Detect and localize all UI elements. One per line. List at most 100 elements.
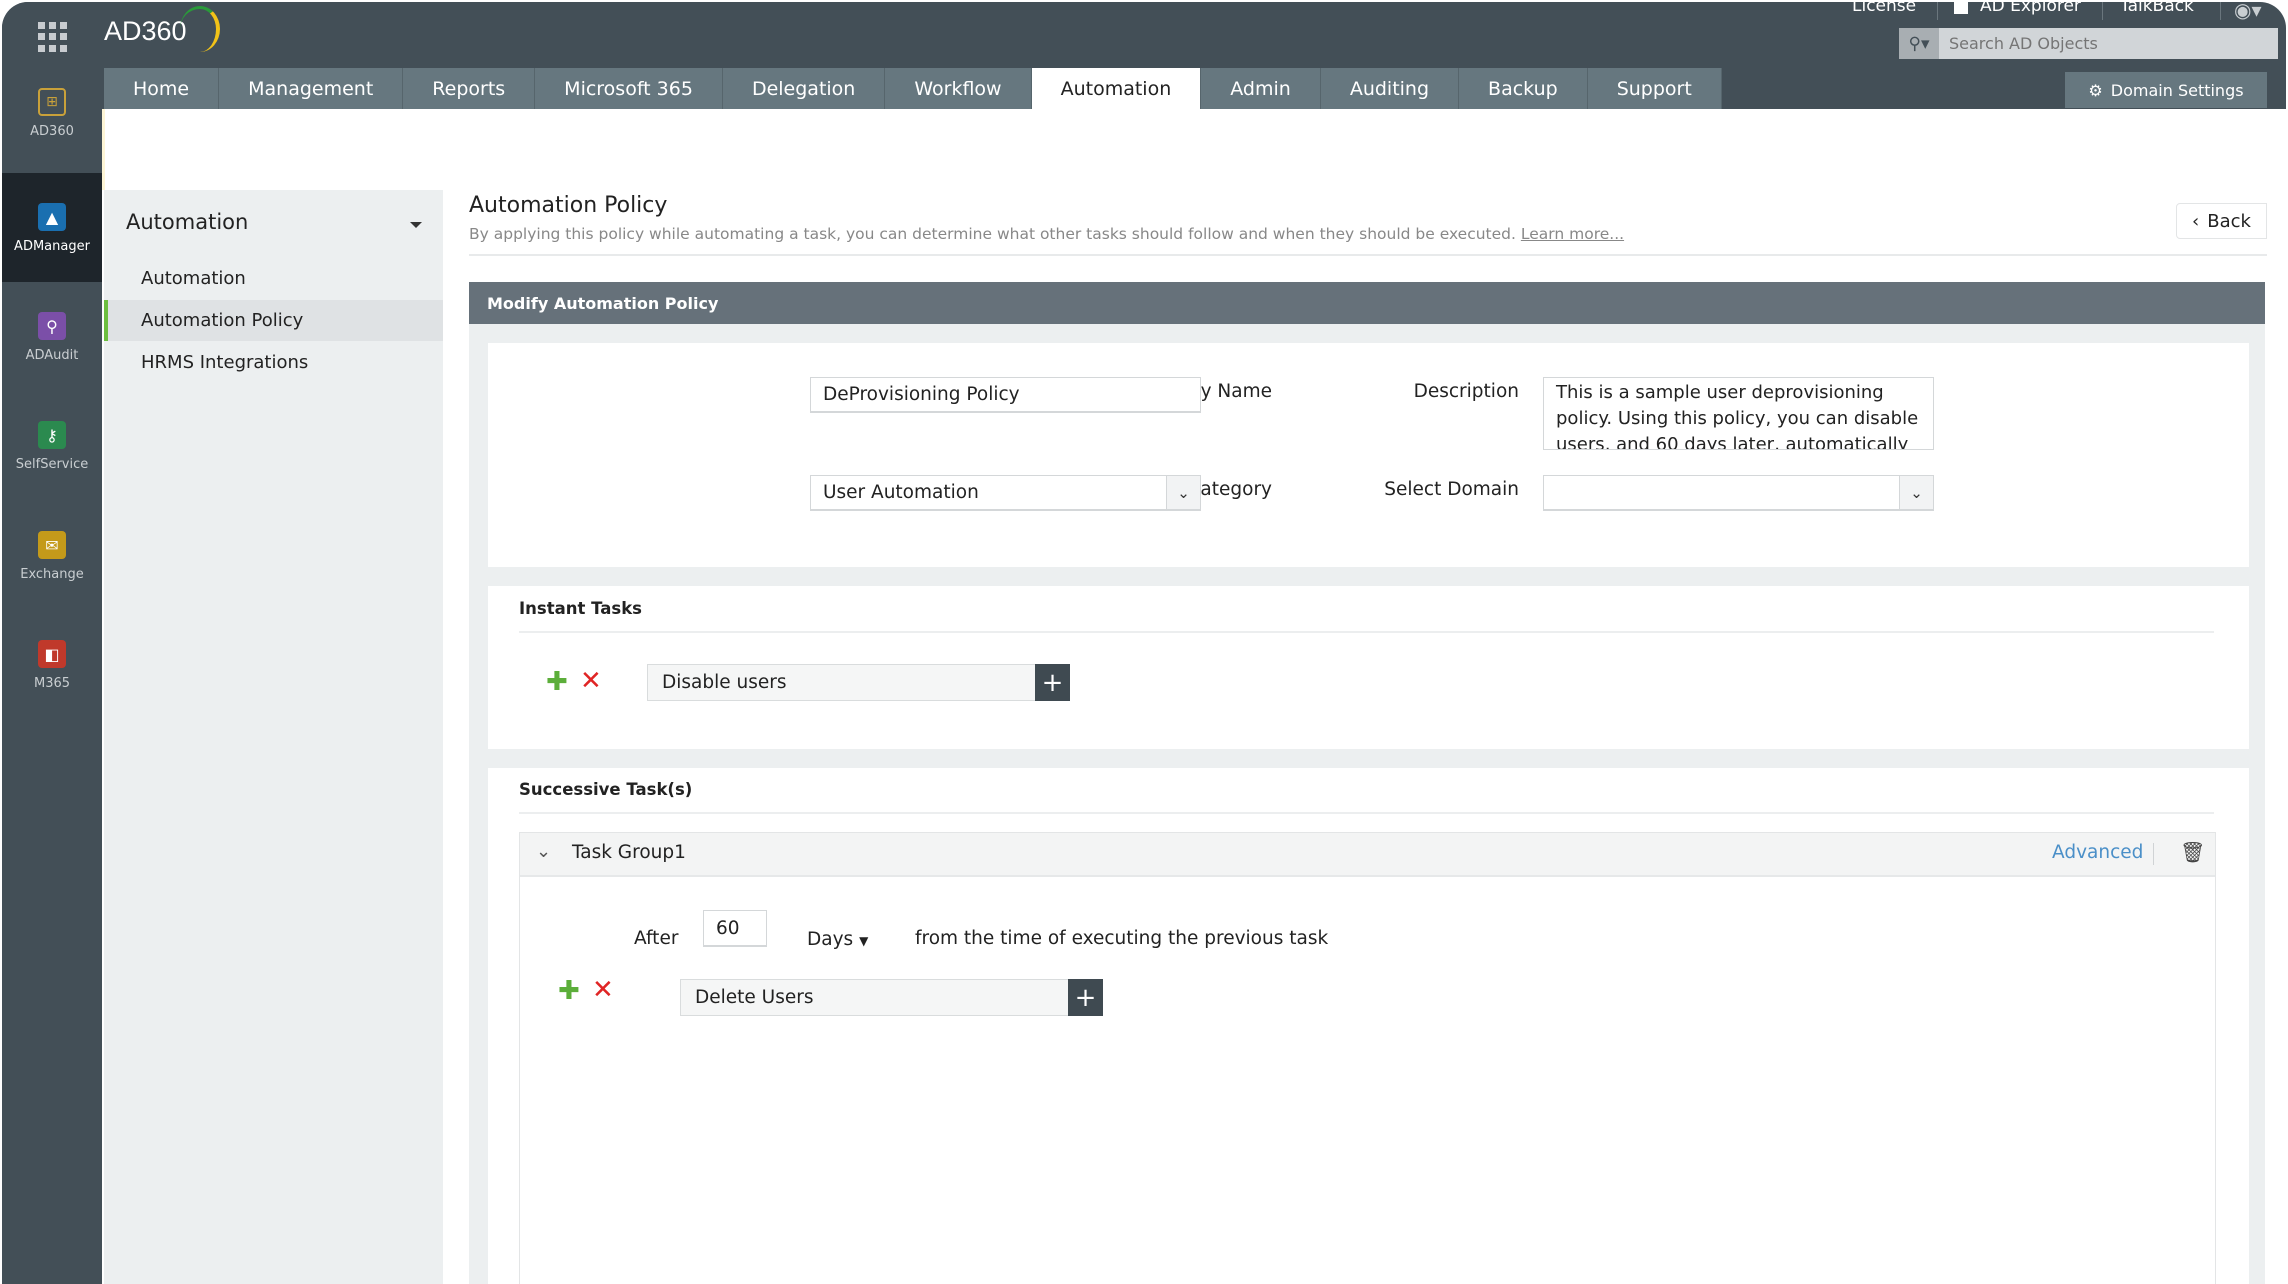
task-group: ⌄ Task Group1 Advanced 🗑 After 60 Days ▼… [519, 832, 2216, 1284]
tab-microsoft-365[interactable]: Microsoft 365 [535, 68, 723, 109]
ad-explorer-icon [1954, 2, 1968, 14]
task-group-name: Task Group1 [572, 842, 686, 863]
chevron-down-icon[interactable]: ⌄ [1166, 476, 1200, 509]
talkback-link[interactable]: TalkBack [2120, 2, 2194, 16]
category-value: User Automation [823, 482, 979, 503]
app-selfservice[interactable]: ⚷ SelfService [2, 421, 102, 472]
description-textarea[interactable]: This is a sample user deprovisioning pol… [1543, 377, 1934, 450]
chevron-left-icon: ‹ [2192, 210, 2200, 232]
tab-automation[interactable]: Automation [1031, 68, 1202, 109]
domain-settings-label: Domain Settings [2110, 80, 2244, 100]
description-label: Description [1413, 381, 1519, 402]
domain-settings-button[interactable]: ⚙ Domain Settings [2065, 72, 2267, 108]
add-task-icon[interactable]: ✚ [546, 669, 568, 695]
trash-icon[interactable]: 🗑 [2180, 840, 2205, 864]
add-task-icon[interactable]: ✚ [558, 978, 580, 1004]
advanced-link[interactable]: Advanced [2052, 842, 2143, 863]
successive-task-field[interactable]: Delete Users [680, 979, 1069, 1016]
back-label: Back [2207, 210, 2251, 232]
search-input[interactable] [1939, 34, 2269, 53]
app-window: AD360 License AD Explorer TalkBack ◉▾ ⚲▾… [2, 2, 2286, 1284]
app-label: Exchange [20, 567, 84, 582]
section-header: Modify Automation Policy [469, 282, 2265, 324]
successive-tasks-card: Successive Task(s) ⌄ Task Group1 Advance… [488, 768, 2249, 1284]
select-task-button[interactable]: + [1068, 979, 1103, 1016]
after-description: from the time of executing the previous … [915, 928, 1329, 949]
tab-support[interactable]: Support [1587, 68, 1722, 109]
instant-task-field[interactable]: Disable users [647, 664, 1036, 701]
task-group-header[interactable]: ⌄ Task Group1 Advanced 🗑 [520, 833, 2215, 877]
app-ad360[interactable]: ⊞ AD360 [2, 88, 102, 173]
unit-select[interactable]: Days ▼ [807, 929, 868, 950]
caret-down-icon[interactable] [410, 222, 422, 228]
license-link[interactable]: License [1852, 2, 1916, 16]
logo-arc-icon [180, 6, 220, 52]
unit-value: Days [807, 929, 854, 950]
category-select[interactable]: User Automation ⌄ [810, 475, 1201, 511]
divider [469, 254, 2267, 256]
app-label: ADManager [14, 239, 90, 254]
product-logo: AD360 [104, 16, 187, 46]
user-avatar-icon[interactable]: ◉▾ [2234, 2, 2262, 22]
remove-task-icon[interactable]: ✕ [580, 668, 602, 694]
search-icon[interactable]: ⚲▾ [1899, 28, 1939, 59]
chevron-down-icon[interactable]: ⌄ [1899, 476, 1933, 509]
after-value-input[interactable]: 60 [703, 910, 767, 947]
gear-icon: ⚙ [2088, 80, 2103, 100]
app-label: ADAudit [25, 348, 79, 363]
sidebar-heading[interactable]: Automation [126, 210, 248, 234]
divider [2102, 2, 2103, 20]
main-nav: Home Management Reports Microsoft 365 De… [104, 68, 1722, 109]
sidebar-item-automation-policy[interactable]: Automation Policy [104, 300, 443, 341]
tab-admin[interactable]: Admin [1201, 68, 1321, 109]
select-task-button[interactable]: + [1035, 664, 1070, 701]
successive-tasks-title: Successive Task(s) [519, 780, 693, 799]
domain-label: Select Domain [1384, 479, 1519, 500]
policy-name-input[interactable]: DeProvisioning Policy [810, 377, 1201, 413]
app-exchange[interactable]: ✉ Exchange [2, 531, 102, 582]
app-label: SelfService [15, 457, 89, 472]
admanager-icon: ▲ [38, 203, 66, 231]
caret-down-icon: ▼ [859, 934, 869, 948]
tab-management[interactable]: Management [219, 68, 404, 109]
app-m365[interactable]: ◧ M365 [2, 640, 102, 691]
tab-home[interactable]: Home [104, 68, 220, 109]
after-label: After [634, 928, 679, 949]
domain-select[interactable]: ⌄ [1543, 475, 1934, 511]
search-bar[interactable]: ⚲▾ [1899, 28, 2278, 59]
tab-reports[interactable]: Reports [403, 68, 536, 109]
divider [519, 631, 2214, 633]
instant-tasks-card: Instant Tasks ✚ ✕ Disable users + [488, 586, 2249, 749]
divider [2220, 2, 2221, 20]
divider [519, 812, 2214, 814]
app-adaudit[interactable]: ⚲ ADAudit [2, 312, 102, 363]
app-grid-icon[interactable] [38, 22, 68, 52]
ad-explorer-link[interactable]: AD Explorer [1980, 2, 2081, 16]
mail-icon: ✉ [38, 531, 66, 559]
app-admanager[interactable]: ▲ ADManager [2, 173, 102, 282]
adaudit-icon: ⚲ [38, 312, 66, 340]
app-label: AD360 [30, 124, 74, 139]
ad360-icon: ⊞ [38, 88, 66, 116]
tab-workflow[interactable]: Workflow [885, 68, 1032, 109]
tab-backup[interactable]: Backup [1459, 68, 1588, 109]
learn-more-link[interactable]: Learn more... [1521, 225, 1624, 243]
page-description: By applying this policy while automating… [469, 225, 1624, 243]
office-icon: ◧ [38, 640, 66, 668]
description-text: By applying this policy while automating… [469, 225, 1516, 243]
chevron-down-icon[interactable]: ⌄ [536, 841, 551, 862]
sidebar-item-automation[interactable]: Automation [104, 258, 443, 299]
tab-delegation[interactable]: Delegation [722, 68, 886, 109]
tab-auditing[interactable]: Auditing [1320, 68, 1460, 109]
sidebar-item-hrms-integrations[interactable]: HRMS Integrations [104, 342, 443, 383]
instant-tasks-title: Instant Tasks [519, 599, 642, 618]
notification-strip [102, 109, 2286, 190]
policy-details-card: *Automation Policy Name DeProvisioning P… [488, 343, 2249, 567]
divider [2153, 843, 2154, 865]
module-sidebar: Automation Automation Automation Policy … [104, 190, 443, 1284]
back-button[interactable]: ‹ Back [2176, 203, 2267, 239]
app-label: M365 [33, 676, 71, 691]
page-title: Automation Policy [469, 193, 668, 218]
key-icon: ⚷ [38, 421, 66, 449]
remove-task-icon[interactable]: ✕ [592, 977, 614, 1003]
